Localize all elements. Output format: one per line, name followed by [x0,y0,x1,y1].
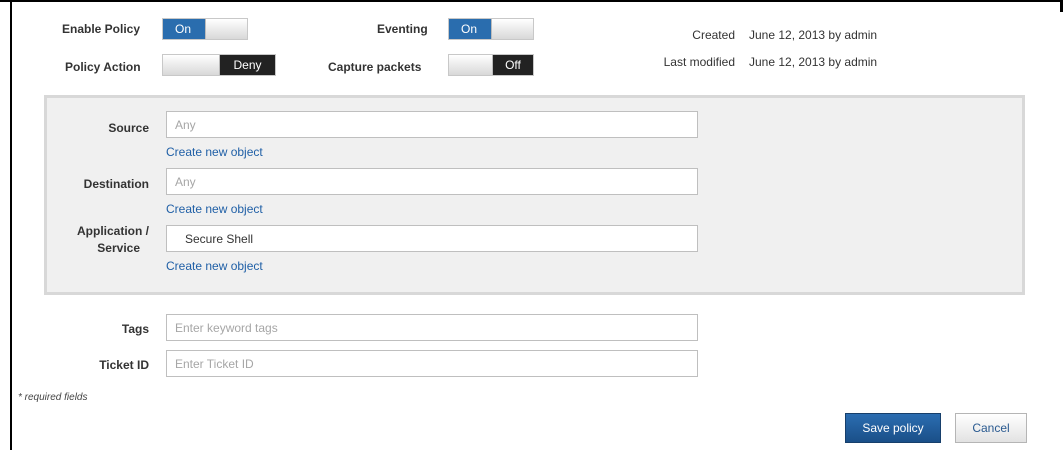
source-create-object-link[interactable]: Create new object [166,145,263,159]
capture-packets-toggle[interactable]: Off [448,54,534,76]
ticket-id-label: Ticket ID [99,358,149,372]
toggle-knob [163,55,220,75]
tags-label: Tags [121,322,149,336]
ticket-id-input[interactable] [166,350,698,377]
created-value: June 12, 2013 by admin [749,28,878,42]
enable-policy-toggle-on: On [163,19,205,39]
source-input[interactable] [166,111,698,138]
save-policy-button[interactable]: Save policy [845,413,941,443]
eventing-label: Eventing [377,22,428,36]
application-label-line1: Application / [77,224,149,238]
last-modified-label: Last modified [663,55,735,69]
application-label-line2: Service [97,241,140,255]
toggle-knob [449,55,493,75]
policy-action-toggle-deny: Deny [220,55,275,75]
destination-input[interactable] [166,168,698,195]
application-create-object-link[interactable]: Create new object [166,259,263,273]
cancel-button[interactable]: Cancel [955,413,1027,443]
created-label: Created [692,28,735,42]
toggle-knob [205,19,247,39]
required-fields-note: * required fields [18,392,88,403]
policy-action-toggle[interactable]: Deny [162,54,276,76]
capture-packets-toggle-off: Off [493,55,533,75]
tags-input[interactable] [166,314,698,341]
last-modified-value: June 12, 2013 by admin [749,55,878,69]
destination-create-object-link[interactable]: Create new object [166,202,263,216]
enable-policy-toggle[interactable]: On [162,18,248,40]
destination-label: Destination [83,177,149,191]
window-frame-left [10,0,12,450]
capture-packets-label: Capture packets [328,60,422,74]
application-service-input[interactable] [166,225,698,252]
enable-policy-label: Enable Policy [62,22,141,36]
toggle-knob [491,19,533,39]
source-label: Source [108,121,149,135]
window-frame-top [0,0,1063,2]
eventing-toggle-on: On [449,19,491,39]
policy-action-label: Policy Action [65,60,141,74]
eventing-toggle[interactable]: On [448,18,534,40]
